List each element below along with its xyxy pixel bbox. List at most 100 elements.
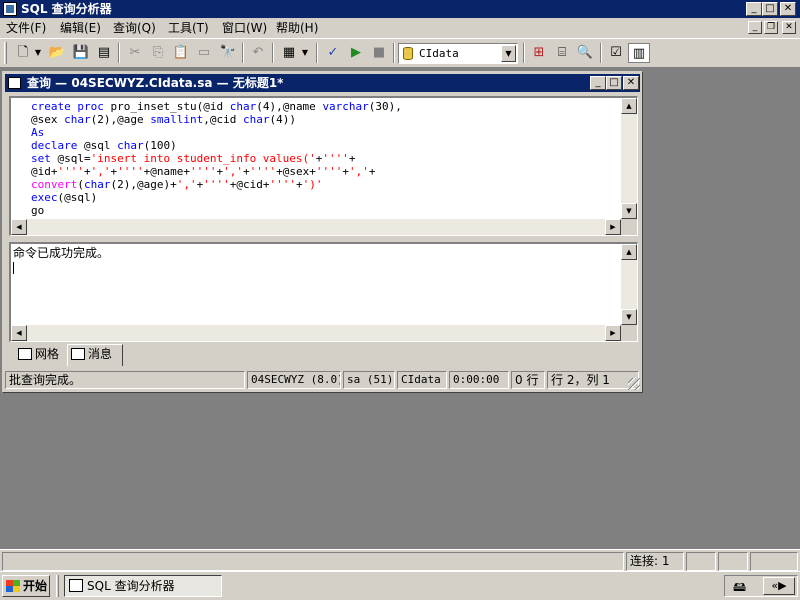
status-rows: 0 行 xyxy=(511,371,545,389)
start-button[interactable]: 开始 xyxy=(2,575,50,597)
menu-help[interactable]: 帮助(H) xyxy=(274,20,320,36)
app-title-bar[interactable]: SQL 查询分析器 _ □ ✕ xyxy=(0,0,800,18)
object-browser-icon[interactable]: ⊞ xyxy=(528,43,550,63)
code-token: char xyxy=(64,113,91,126)
clear-window-icon[interactable]: ▭ xyxy=(193,43,215,63)
scroll-up-icon[interactable]: ▲ xyxy=(621,98,637,114)
scroll-up-icon[interactable]: ▲ xyxy=(621,244,637,260)
editor-horizontal-scrollbar[interactable]: ◀ ▶ xyxy=(11,219,621,235)
maximize-button[interactable]: □ xyxy=(762,2,778,16)
query-maximize-button[interactable]: □ xyxy=(606,76,622,90)
database-icon xyxy=(403,47,413,60)
results-dropdown-icon[interactable]: ▼ xyxy=(300,43,310,63)
options-icon[interactable]: ☑ xyxy=(605,43,627,63)
cut-icon[interactable]: ✂ xyxy=(124,43,146,63)
resize-grip[interactable] xyxy=(628,378,640,390)
results-vertical-scrollbar[interactable]: ▲ ▼ xyxy=(621,244,637,325)
menu-edit[interactable]: 编辑(E) xyxy=(58,20,103,36)
code-token: (4),@name xyxy=(256,100,323,113)
paste-icon[interactable]: 📋 xyxy=(170,43,192,63)
code-token: +@sex+ xyxy=(276,165,316,178)
code-line[interactable]: exec(@sql) xyxy=(31,191,402,204)
results-pane[interactable]: 命令已成功完成。 ▲ ▼ ◀ ▶ xyxy=(9,242,638,342)
toolbar-separator xyxy=(600,43,602,63)
new-query-icon[interactable]: 🗋 xyxy=(12,43,34,63)
results-horizontal-scrollbar[interactable]: ◀ ▶ xyxy=(11,325,621,341)
chevron-down-icon[interactable]: ▼ xyxy=(501,45,516,62)
toolbar-grip[interactable] xyxy=(4,42,7,64)
scroll-right-icon[interactable]: ▶ xyxy=(605,325,621,341)
sql-server-service-icon[interactable]: 🖴 xyxy=(733,578,746,600)
menu-window[interactable]: 窗口(W) xyxy=(220,20,269,36)
code-token: '''' xyxy=(249,165,277,178)
new-dropdown-icon[interactable]: ▼ xyxy=(33,43,43,63)
menu-query[interactable]: 查询(Q) xyxy=(111,20,158,36)
save-icon[interactable]: 💾 xyxy=(70,43,92,63)
show-plan-icon[interactable]: 🔍 xyxy=(574,43,596,63)
status-user: sa (51) xyxy=(343,371,395,389)
code-line[interactable]: convert(char(2),@age)+','+''''+@cid+''''… xyxy=(31,178,402,191)
toolbar: 🗋 ▼ 📂 💾 ▤ ✂ ⎘ 📋 ▭ 🔭 ↶ ▦ ▼ ✓ ▶ ■ CIdata ▼… xyxy=(0,38,800,68)
code-line[interactable]: create proc pro_inset_stu(@id char(4),@n… xyxy=(31,100,402,113)
scroll-down-icon[interactable]: ▼ xyxy=(621,309,637,325)
editor-vertical-scrollbar[interactable]: ▲ ▼ xyxy=(621,98,637,219)
code-token: + xyxy=(348,152,356,165)
cancel-stop-icon[interactable]: ■ xyxy=(368,43,390,63)
tab-messages[interactable]: 消息 xyxy=(67,344,123,366)
app-status-main xyxy=(2,552,624,571)
taskbar-item-label: SQL 查询分析器 xyxy=(87,579,175,593)
code-line[interactable]: go xyxy=(31,204,402,217)
database-select[interactable]: CIdata ▼ xyxy=(398,43,518,64)
child-minimize-button[interactable]: _ xyxy=(748,21,762,34)
copy-icon[interactable]: ⎘ xyxy=(147,43,169,63)
code-line[interactable]: declare @sql char(100) xyxy=(31,139,402,152)
tab-grid[interactable]: 网格 xyxy=(15,345,67,365)
undo-icon[interactable]: ↶ xyxy=(247,43,269,63)
code-token: ( xyxy=(77,178,84,191)
object-search-icon[interactable]: ⌸ xyxy=(551,43,573,63)
child-close-button[interactable]: ✕ xyxy=(782,21,796,34)
code-token: (4)) xyxy=(269,113,296,126)
sql-code[interactable]: create proc pro_inset_stu(@id char(4),@n… xyxy=(31,100,402,217)
code-token: + xyxy=(242,165,250,178)
taskbar-grip[interactable] xyxy=(56,575,59,597)
results-pane-icon[interactable]: ▥ xyxy=(628,43,650,63)
load-script-icon[interactable]: ▤ xyxy=(93,43,115,63)
query-window-title-bar[interactable]: 查询 — 04SECWYZ.CIdata.sa — 无标题1* _ □ ✕ xyxy=(5,74,640,92)
toolbar-separator xyxy=(393,43,395,63)
app-icon[interactable] xyxy=(3,2,17,16)
code-token: @sql xyxy=(83,139,118,152)
find-icon[interactable]: 🔭 xyxy=(217,43,239,63)
parse-check-icon[interactable]: ✓ xyxy=(322,43,344,63)
query-editor[interactable]: create proc pro_inset_stu(@id char(4),@n… xyxy=(9,96,638,236)
minimize-button[interactable]: _ xyxy=(746,2,762,16)
status-text: 批查询完成。 xyxy=(5,371,245,389)
code-token: '''' xyxy=(189,165,217,178)
close-button[interactable]: ✕ xyxy=(780,2,796,16)
query-close-button[interactable]: ✕ xyxy=(623,76,639,90)
app-title: SQL 查询分析器 xyxy=(21,2,112,16)
query-minimize-button[interactable]: _ xyxy=(590,76,606,90)
open-folder-icon[interactable]: 📂 xyxy=(46,43,68,63)
menu-file[interactable]: 文件(F) xyxy=(4,20,48,36)
code-token: (30), xyxy=(368,100,402,113)
scroll-right-icon[interactable]: ▶ xyxy=(605,219,621,235)
query-window-icon[interactable] xyxy=(8,77,21,89)
scroll-down-icon[interactable]: ▼ xyxy=(621,203,637,219)
menu-tools[interactable]: 工具(T) xyxy=(166,20,211,36)
scroll-left-icon[interactable]: ◀ xyxy=(11,325,27,341)
results-grid-icon[interactable]: ▦ xyxy=(278,43,300,63)
system-tray: 🖴 «▶ xyxy=(724,575,798,597)
code-line[interactable]: @id+''''+','+''''+@name+''''+','+''''+@s… xyxy=(31,165,402,178)
scroll-left-icon[interactable]: ◀ xyxy=(11,219,27,235)
code-token: '''' xyxy=(269,178,296,191)
code-line[interactable]: @sex char(2),@age smallint,@cid char(4)) xyxy=(31,113,402,126)
taskbar-item-query-analyzer[interactable]: SQL 查询分析器 xyxy=(64,575,222,597)
query-window: 查询 — 04SECWYZ.CIdata.sa — 无标题1* _ □ ✕ cr… xyxy=(2,71,643,393)
tray-expand-button[interactable]: «▶ xyxy=(763,577,795,595)
code-line[interactable]: set @sql='insert into student_info value… xyxy=(31,152,402,165)
child-restore-button[interactable]: ❐ xyxy=(764,21,778,34)
execute-play-icon[interactable]: ▶ xyxy=(345,43,367,63)
code-token: '''' xyxy=(57,165,85,178)
code-line[interactable]: As xyxy=(31,126,402,139)
